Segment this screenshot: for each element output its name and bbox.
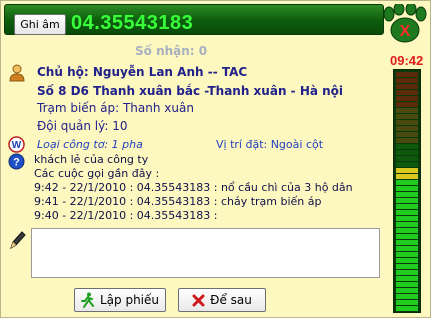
meter-cell	[396, 204, 418, 209]
meter-cell	[396, 192, 418, 197]
note-line: khách lẻ của công ty	[34, 153, 149, 166]
meter-cell	[396, 258, 418, 263]
note-line: 9:41 - 22/1/2010 : 04.35543183 : cháy tr…	[34, 195, 322, 208]
meter-cell	[396, 138, 418, 143]
meter-cell	[396, 126, 418, 131]
create-ticket-button[interactable]: Lập phiếu	[74, 288, 166, 312]
create-ticket-label: Lập phiếu	[99, 293, 159, 307]
owner-name: Chủ hộ: Nguyễn Lan Anh -- TAC	[37, 65, 248, 79]
meter-cell	[396, 246, 418, 251]
meter-cell	[396, 264, 418, 269]
meter-cell	[396, 300, 418, 305]
meter-cell	[396, 72, 418, 77]
meter-cell	[396, 276, 418, 281]
note-line: Các cuộc gọi gần đây :	[34, 167, 160, 180]
red-x-icon	[192, 294, 205, 306]
meter-cell	[396, 90, 418, 95]
meter-cell	[396, 294, 418, 299]
running-man-icon	[80, 292, 94, 308]
meter-cell	[396, 186, 418, 191]
person-icon	[9, 64, 25, 82]
svg-text:W: W	[12, 140, 22, 151]
meter-cell	[396, 132, 418, 137]
postpone-button[interactable]: Để sau	[178, 288, 266, 312]
management-team: Đội quản lý: 10	[37, 119, 128, 133]
meter-cell	[396, 78, 418, 83]
meter-cell	[396, 144, 418, 149]
paw-close-icon[interactable]: X	[381, 2, 429, 44]
question-icon: ?	[8, 153, 25, 170]
meter-cell	[396, 120, 418, 125]
meter-cell	[396, 180, 418, 185]
meter-cell	[396, 222, 418, 227]
note-line: 9:42 - 22/1/2010 : 04.35543183 : nổ cầu …	[34, 181, 353, 194]
meter-cell	[396, 96, 418, 101]
meter-cell	[396, 168, 418, 173]
meter-cell	[396, 288, 418, 293]
call-notes: khách lẻ của công ty Các cuộc gọi gần đâ…	[34, 153, 353, 223]
svg-text:X: X	[400, 23, 411, 40]
meter-cell	[396, 108, 418, 113]
meter-cell	[396, 210, 418, 215]
meter-cell	[396, 114, 418, 119]
meter-cell	[396, 252, 418, 257]
meter-cell	[396, 240, 418, 245]
meter-cell	[396, 234, 418, 239]
meter-cell	[396, 270, 418, 275]
meter-cell	[396, 198, 418, 203]
header-bar: Ghi âm 04.35543183	[4, 4, 384, 35]
note-textarea[interactable]	[31, 228, 380, 278]
call-window: Ghi âm 04.35543183 X 09:42 Số nhận: 0 Ch…	[0, 0, 431, 318]
postpone-label: Để sau	[210, 293, 252, 307]
substation: Trạm biến áp: Thanh xuân	[37, 101, 194, 115]
meter-cell	[396, 156, 418, 161]
meter-cell	[396, 228, 418, 233]
meter-cell	[396, 174, 418, 179]
received-count: Số nhận: 0	[135, 44, 208, 58]
meter-cell	[396, 162, 418, 167]
note-line: 9:40 - 22/1/2010 : 04.35543183 :	[34, 209, 218, 222]
meter-cell	[396, 306, 418, 311]
install-location: Vị trí đặt: Ngoài cột	[216, 138, 324, 151]
audio-level-meter	[393, 69, 421, 313]
w-badge-icon: W	[8, 136, 25, 153]
meter-type: Loại công tơ: 1 pha	[37, 138, 143, 151]
record-button[interactable]: Ghi âm	[14, 14, 66, 35]
meter-cell	[396, 150, 418, 155]
call-timer: 09:42	[390, 53, 424, 68]
meter-cell	[396, 102, 418, 107]
meter-cell	[396, 282, 418, 287]
phone-number: 04.35543183	[71, 12, 194, 34]
svg-text:?: ?	[13, 157, 20, 169]
meter-cell	[396, 216, 418, 221]
pen-icon	[8, 230, 26, 250]
customer-address: Số 8 D6 Thanh xuân bắc -Thanh xuân - Hà …	[37, 84, 344, 98]
meter-cell	[396, 84, 418, 89]
